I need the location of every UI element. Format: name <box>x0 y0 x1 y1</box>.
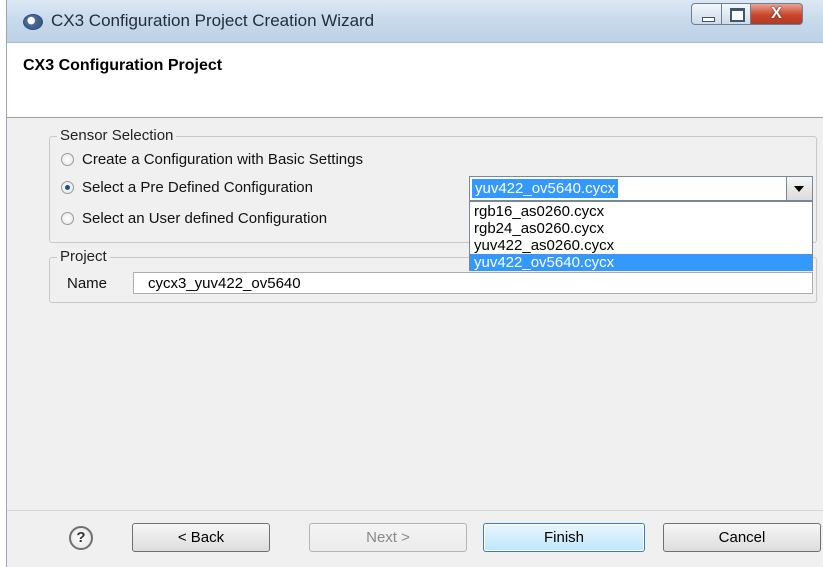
wizard-banner: CX3 Configuration Project <box>7 43 823 118</box>
title-bar[interactable]: CX3 Configuration Project Creation Wizar… <box>7 0 823 43</box>
radio-label: Select a Pre Defined Configuration <box>82 179 313 196</box>
project-name-input[interactable] <box>133 272 813 294</box>
wizard-window: CX3 Configuration Project Creation Wizar… <box>6 0 823 567</box>
radio-predefined-config[interactable]: Select a Pre Defined Configuration <box>61 179 313 196</box>
radio-button-checked[interactable] <box>61 181 74 194</box>
finish-button[interactable]: Finish <box>483 523 645 552</box>
dropdown-item-selected[interactable]: yuv422_ov5640.cycx <box>470 254 812 271</box>
config-combo[interactable]: yuv422_ov5640.cycx <box>469 176 813 201</box>
combo-selected-value: yuv422_ov5640.cycx <box>472 179 619 198</box>
config-dropdown-list: rgb16_as0260.cycx rgb24_as0260.cycx yuv4… <box>469 201 813 271</box>
radio-button[interactable] <box>61 153 74 166</box>
window-title: CX3 Configuration Project Creation Wizar… <box>51 11 375 30</box>
close-button[interactable]: X <box>751 3 803 25</box>
footer-divider <box>7 510 823 511</box>
radio-basic-settings[interactable]: Create a Configuration with Basic Settin… <box>61 151 363 168</box>
name-label: Name <box>67 275 108 292</box>
dropdown-item[interactable]: yuv422_as0260.cycx <box>470 237 812 254</box>
close-icon: X <box>771 5 782 22</box>
radio-label: Select an User defined Configuration <box>82 210 328 227</box>
radio-label: Create a Configuration with Basic Settin… <box>82 151 363 168</box>
help-icon[interactable]: ? <box>69 526 93 550</box>
sensor-selection-label: Sensor Selection <box>57 127 177 144</box>
next-button[interactable]: Next > <box>309 523 467 552</box>
window-controls: X <box>691 3 803 27</box>
app-icon <box>23 14 43 30</box>
dropdown-item[interactable]: rgb24_as0260.cycx <box>470 220 812 237</box>
radio-button[interactable] <box>61 212 74 225</box>
maximize-button[interactable] <box>722 3 751 25</box>
page-title: CX3 Configuration Project <box>23 57 223 74</box>
chevron-down-icon[interactable] <box>786 177 812 200</box>
minimize-icon <box>702 17 715 22</box>
maximize-icon <box>730 8 745 22</box>
minimize-button[interactable] <box>691 3 722 25</box>
project-label: Project <box>57 248 110 265</box>
back-button[interactable]: < Back <box>132 523 270 552</box>
cancel-button[interactable]: Cancel <box>663 523 821 552</box>
radio-user-defined-config[interactable]: Select an User defined Configuration <box>61 210 327 227</box>
dropdown-item[interactable]: rgb16_as0260.cycx <box>470 203 812 220</box>
